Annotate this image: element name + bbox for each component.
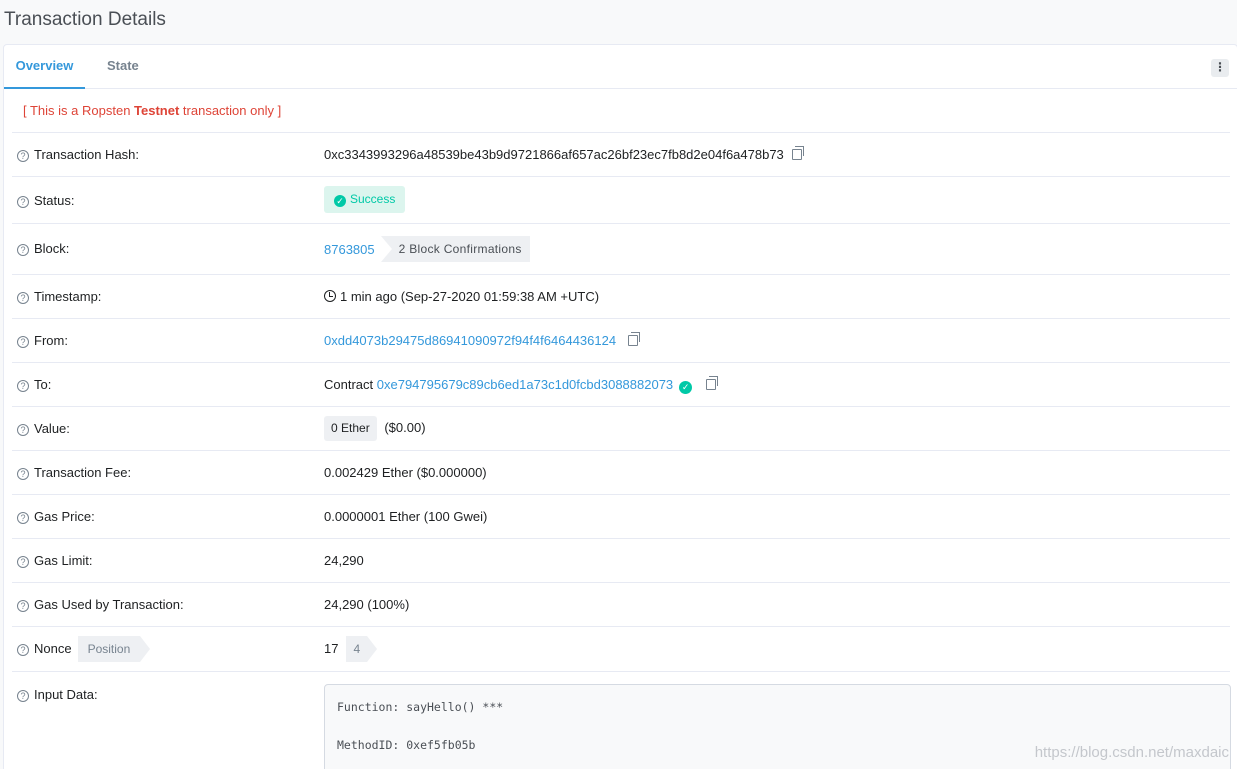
nonce-value: 17 (324, 641, 339, 656)
input-function: Function: sayHello() *** (337, 700, 504, 714)
page-title: Transaction Details (4, 9, 166, 30)
row-status: ? Status: ✓ Success (12, 176, 1230, 223)
verified-check-icon: ✓ (679, 381, 693, 394)
row-value: ? Value: 0 Ether ($0.00) (12, 406, 1230, 450)
contract-address-link[interactable]: 0xe794795679c89cb6ed1a73c1d0fcbd30888820… (377, 377, 673, 392)
help-icon[interactable]: ? (17, 600, 29, 612)
help-icon[interactable]: ? (17, 512, 29, 524)
transaction-card: Overview State ⋮ [ This is a Ropsten Tes… (3, 44, 1237, 769)
row-gas-limit: ? Gas Limit: 24,290 (12, 538, 1230, 582)
copy-icon[interactable] (706, 376, 719, 390)
ether-value-badge: 0 Ether (324, 416, 377, 441)
help-icon[interactable]: ? (17, 380, 29, 392)
tab-state[interactable]: State (107, 45, 139, 89)
block-number-link[interactable]: 8763805 (324, 242, 375, 257)
status-badge: ✓ Success (324, 186, 406, 213)
help-icon[interactable]: ? (17, 468, 29, 480)
row-to: ? To: Contract 0xe794795679c89cb6ed1a73c1… (12, 362, 1230, 406)
help-icon[interactable]: ? (17, 336, 29, 348)
help-icon[interactable]: ? (17, 644, 29, 656)
help-icon[interactable]: ? (17, 424, 29, 436)
more-options-button[interactable]: ⋮ (1211, 59, 1229, 77)
tab-overview[interactable]: Overview (4, 45, 85, 89)
input-method-id: MethodID: 0xef5fb05b (337, 738, 476, 752)
help-icon[interactable]: ? (17, 196, 29, 208)
row-gas-price: ? Gas Price: 0.0000001 Ether (100 Gwei) (12, 494, 1230, 538)
help-icon[interactable]: ? (17, 690, 29, 702)
help-icon[interactable]: ? (17, 244, 29, 256)
row-timestamp: ? Timestamp: 1 min ago (Sep-27-2020 01:59… (12, 274, 1230, 318)
row-block: ? Block: 8763805 2 Block Confirmations (12, 223, 1230, 274)
row-transaction-fee: ? Transaction Fee: 0.002429 Ether ($0.000… (12, 450, 1230, 494)
tab-bar: Overview State ⋮ (4, 45, 1237, 89)
row-from: ? From: 0xdd4073b29475d86941090972f94f4f6… (12, 318, 1230, 362)
position-badge: Position (77, 636, 150, 662)
block-confirmations-badge: 2 Block Confirmations (380, 236, 530, 262)
help-icon[interactable]: ? (17, 150, 29, 162)
watermark: https://blog.csdn.net/maxdaic (1034, 744, 1229, 761)
help-icon[interactable]: ? (17, 292, 29, 304)
usd-value: ($0.00) (384, 420, 426, 435)
position-value-badge: 4 (346, 636, 377, 662)
row-nonce: ? Nonce Position 17 4 (12, 626, 1230, 671)
clock-icon (324, 290, 336, 302)
row-gas-used: ? Gas Used by Transaction: 24,290 (100%) (12, 582, 1230, 626)
from-address-link[interactable]: 0xdd4073b29475d86941090972f94f4f64644361… (324, 333, 616, 348)
check-circle-icon: ✓ (334, 195, 346, 207)
copy-icon[interactable] (791, 146, 804, 160)
vertical-dots-icon: ⋮ (1214, 60, 1226, 74)
help-icon[interactable]: ? (17, 556, 29, 568)
copy-icon[interactable] (628, 332, 641, 346)
row-transaction-hash: ? Transaction Hash: 0xc3343993296a48539be… (12, 132, 1230, 176)
transaction-hash-value: 0xc3343993296a48539be43b9d9721866af657ac… (324, 147, 784, 162)
testnet-notice: [ This is a Ropsten Testnet transaction … (23, 103, 282, 118)
